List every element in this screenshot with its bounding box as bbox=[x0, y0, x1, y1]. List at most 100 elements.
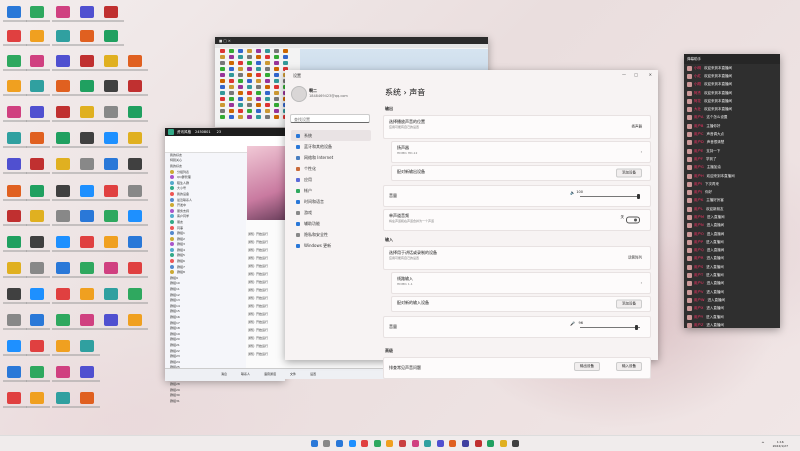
vm-desktop-icon[interactable] bbox=[247, 49, 252, 53]
desktop-app-icon[interactable] bbox=[56, 392, 70, 404]
desktop-app-icon[interactable] bbox=[80, 392, 94, 404]
input-volume-knob[interactable] bbox=[635, 325, 638, 330]
desktop-app-icon[interactable] bbox=[128, 236, 142, 248]
vm-desktop-icon[interactable] bbox=[256, 67, 261, 71]
vm-desktop-icon[interactable] bbox=[265, 67, 270, 71]
pair-output-card[interactable]: 配对新输出设备 添加设备 bbox=[391, 165, 651, 181]
vm-desktop-icon[interactable] bbox=[220, 79, 225, 83]
desktop-app-icon[interactable] bbox=[128, 288, 142, 300]
desktop-app-icon[interactable] bbox=[80, 80, 94, 92]
nav-item[interactable]: 辅助功能 bbox=[291, 218, 371, 229]
desktop-app-icon[interactable] bbox=[80, 185, 94, 197]
vm-desktop-icon[interactable] bbox=[265, 79, 270, 83]
vm-desktop-icon[interactable] bbox=[229, 103, 234, 107]
vm-desktop-icon[interactable] bbox=[238, 91, 243, 95]
desktop-app-icon[interactable] bbox=[30, 30, 44, 42]
desktop-app-icon[interactable] bbox=[128, 106, 142, 118]
desktop-app-icon[interactable] bbox=[30, 366, 44, 378]
danmaku-titlebar[interactable]: 弹幕助手 bbox=[684, 54, 780, 64]
settings-window[interactable]: 设置 — □ ✕ 啊二 1848469423@qq.com 查找设置 系统 蓝牙和… bbox=[285, 70, 658, 379]
message-item[interactable]: 通知: 开始运行 bbox=[248, 278, 285, 286]
desktop-app-icon[interactable] bbox=[30, 262, 44, 274]
footer-tab-4[interactable]: 设置 bbox=[310, 372, 316, 376]
desktop-app-icon[interactable] bbox=[80, 210, 94, 222]
vm-desktop-icon[interactable] bbox=[238, 61, 243, 65]
vm-desktop-icon[interactable] bbox=[238, 115, 243, 119]
vm-desktop-icon[interactable] bbox=[220, 109, 225, 113]
vm-desktop-icon[interactable] bbox=[247, 67, 252, 71]
taskbar-app-icon[interactable] bbox=[449, 440, 457, 447]
vm-desktop-icon[interactable] bbox=[274, 49, 279, 53]
desktop-app-icon[interactable] bbox=[56, 55, 70, 67]
vm-desktop-icon[interactable] bbox=[238, 79, 243, 83]
vm-desktop-icon[interactable] bbox=[238, 97, 243, 101]
vm-desktop-icon[interactable] bbox=[247, 109, 252, 113]
desktop-app-icon[interactable] bbox=[56, 262, 70, 274]
message-item[interactable]: 通知: 开始运行 bbox=[248, 238, 285, 246]
taskbar-app-icon[interactable] bbox=[487, 440, 495, 447]
clock[interactable]: 1:16 2022/1/27 bbox=[773, 440, 788, 448]
desktop-app-icon[interactable] bbox=[104, 288, 118, 300]
vm-desktop-icon[interactable] bbox=[220, 97, 225, 101]
vm-desktop-icon[interactable] bbox=[265, 115, 270, 119]
input-volume-slider[interactable] bbox=[580, 325, 640, 330]
vm-desktop-icon[interactable] bbox=[274, 79, 279, 83]
vm-desktop-icon[interactable] bbox=[265, 49, 270, 53]
message-item[interactable]: 通知: 开始运行 bbox=[248, 230, 285, 238]
footer-tab-0[interactable]: 消息 bbox=[221, 372, 227, 376]
desktop-app-icon[interactable] bbox=[104, 236, 118, 248]
vm-desktop-icon[interactable] bbox=[265, 109, 270, 113]
message-item[interactable]: 通知: 开始运行 bbox=[248, 310, 285, 318]
desktop-app-icon[interactable] bbox=[80, 236, 94, 248]
vm-desktop-icon[interactable] bbox=[247, 55, 252, 59]
vm-desktop-icon[interactable] bbox=[229, 55, 234, 59]
vm-desktop-icon[interactable] bbox=[238, 73, 243, 77]
desktop-app-icon[interactable] bbox=[104, 6, 118, 18]
desktop-app-icon[interactable] bbox=[7, 30, 21, 42]
vm-desktop-icon[interactable] bbox=[229, 73, 234, 77]
message-list[interactable]: 通知: 开始运行 通知: 开始运行 通知: 开始运行 通知: 开始运行 通知: 开始运行… bbox=[248, 230, 285, 358]
desktop-app-icon[interactable] bbox=[80, 314, 94, 326]
desktop-app-icon[interactable] bbox=[128, 185, 142, 197]
vm-desktop-icon[interactable] bbox=[238, 49, 243, 53]
desktop-app-icon[interactable] bbox=[80, 366, 94, 378]
vm-desktop-icon[interactable] bbox=[247, 73, 252, 77]
input-volume-card[interactable]: 音量 🎤 96 bbox=[383, 316, 651, 338]
vm-desktop-icon[interactable] bbox=[256, 61, 261, 65]
desktop-app-icon[interactable] bbox=[56, 210, 70, 222]
desktop-app-icon[interactable] bbox=[7, 236, 21, 248]
desktop-app-icon[interactable] bbox=[56, 6, 70, 18]
desktop-app-icon[interactable] bbox=[128, 158, 142, 170]
desktop-app-icon[interactable] bbox=[56, 236, 70, 248]
message-item[interactable]: 通知: 开始运行 bbox=[248, 318, 285, 326]
chat-titlebar[interactable]: 资讯风格 2450801 23 bbox=[165, 128, 285, 136]
nav-item[interactable]: 应用 bbox=[291, 174, 371, 185]
message-item[interactable]: 通知: 开始运行 bbox=[248, 262, 285, 270]
desktop-app-icon[interactable] bbox=[7, 340, 21, 352]
message-item[interactable]: 通知: 开始运行 bbox=[248, 334, 285, 342]
vm-desktop-icon[interactable] bbox=[238, 103, 243, 107]
vm-desktop-icon[interactable] bbox=[238, 85, 243, 89]
taskbar-app-icon[interactable] bbox=[335, 440, 343, 447]
desktop-app-icon[interactable] bbox=[128, 80, 142, 92]
vm-desktop-icon[interactable] bbox=[265, 85, 270, 89]
desktop-app-icon[interactable] bbox=[80, 158, 94, 170]
speaker-icon[interactable]: 🔈 bbox=[570, 190, 575, 195]
message-item[interactable]: 通知: 开始运行 bbox=[248, 342, 285, 350]
vm-desktop-icon[interactable] bbox=[256, 115, 261, 119]
desktop-app-icon[interactable] bbox=[7, 132, 21, 144]
desktop-app-icon[interactable] bbox=[7, 392, 21, 404]
vm-desktop-icon[interactable] bbox=[220, 49, 225, 53]
vm-desktop-icon[interactable] bbox=[247, 85, 252, 89]
taskbar-app-icon[interactable] bbox=[348, 440, 356, 447]
vm-desktop-icon[interactable] bbox=[247, 91, 252, 95]
taskbar-app-icon[interactable] bbox=[323, 440, 331, 447]
desktop-app-icon[interactable] bbox=[128, 55, 142, 67]
nav-item[interactable]: 个性化 bbox=[291, 163, 371, 174]
user-avatar[interactable] bbox=[291, 86, 307, 102]
desktop-app-icon[interactable] bbox=[80, 55, 94, 67]
add-output-device-button[interactable]: 添加设备 bbox=[616, 168, 642, 178]
desktop-app-icon[interactable] bbox=[80, 262, 94, 274]
vm-desktop-icon[interactable] bbox=[274, 61, 279, 65]
vm-desktop-icon[interactable] bbox=[283, 55, 288, 59]
